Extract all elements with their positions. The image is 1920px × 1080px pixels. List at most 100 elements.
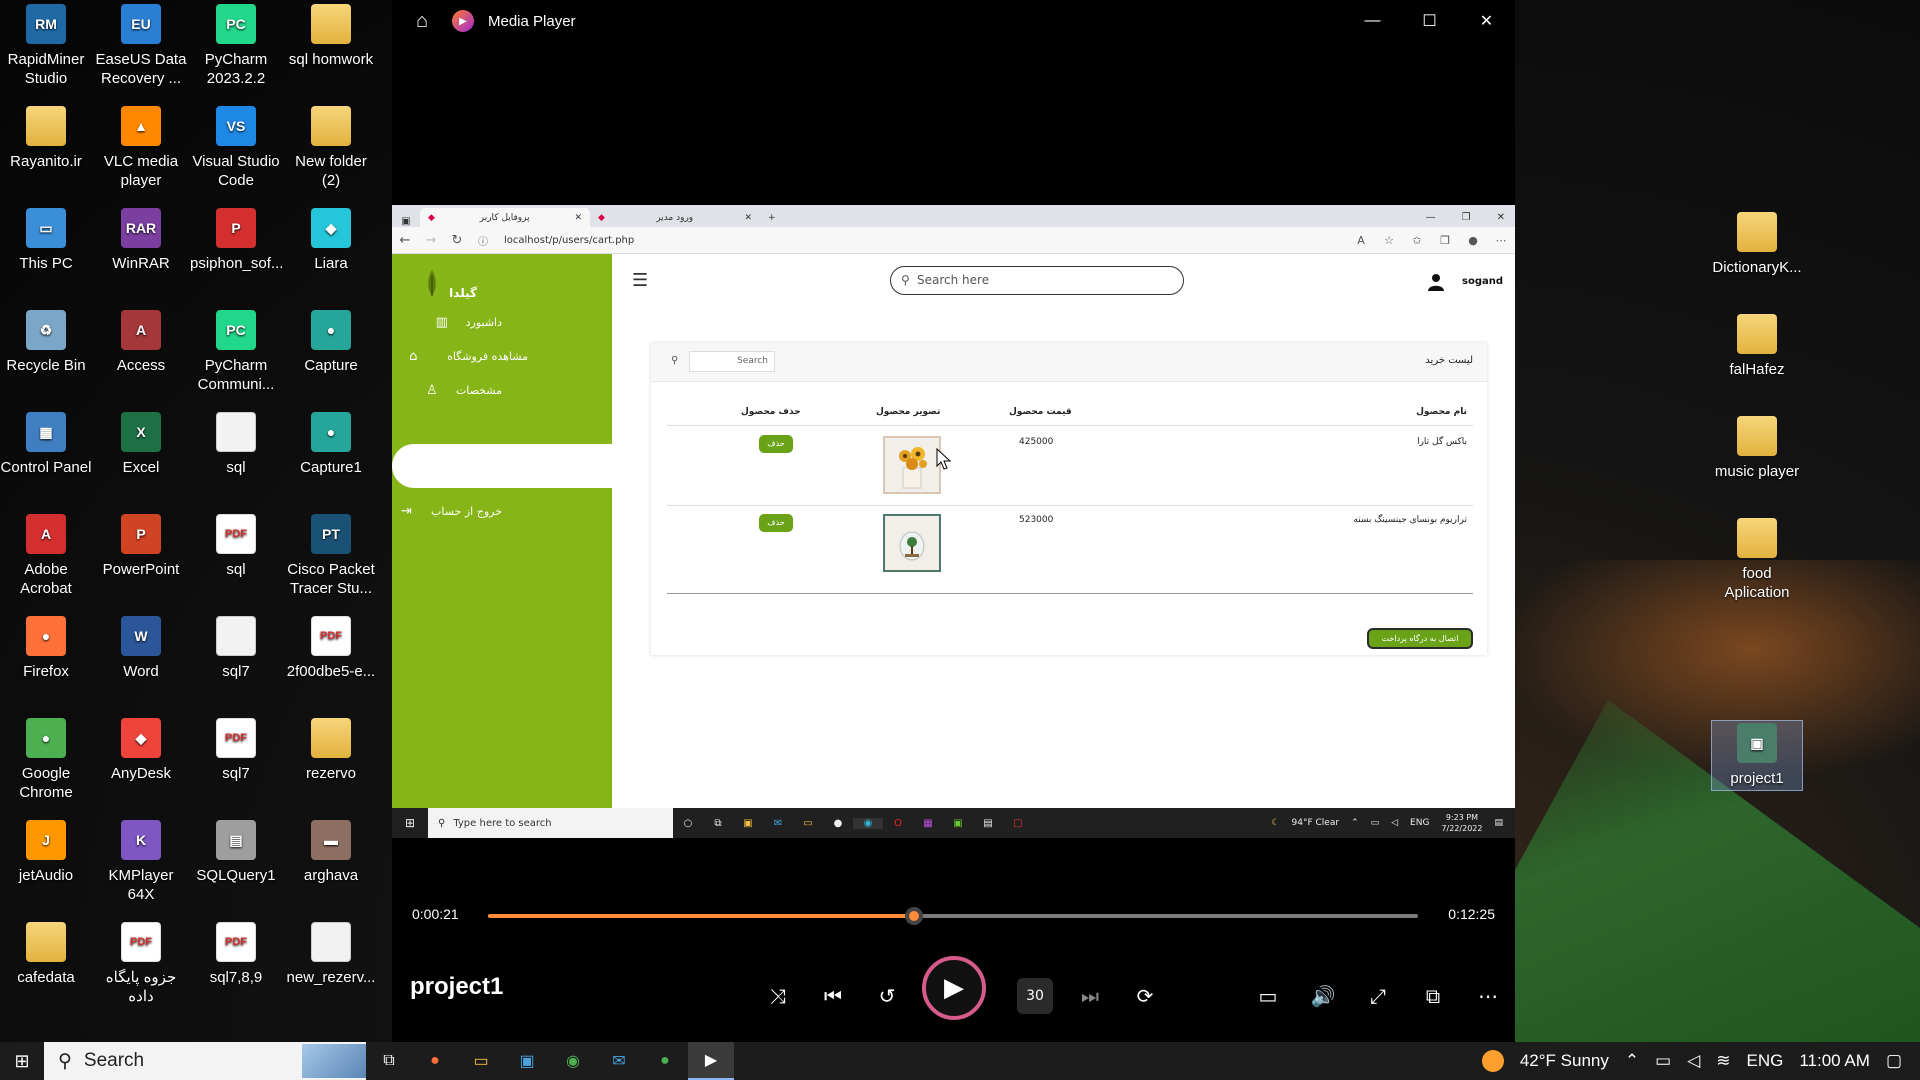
notification-icon[interactable]: ▢ bbox=[1886, 1051, 1902, 1071]
desktop-icon[interactable]: sql7 bbox=[190, 614, 282, 681]
forward-icon[interactable]: → bbox=[418, 233, 444, 248]
video-frame[interactable]: ▣ ◆ پروفایل کاربر ✕ ◆ ورود مدیر ✕ + — ❐ … bbox=[392, 205, 1515, 808]
reload-icon[interactable]: ↻ bbox=[444, 233, 470, 248]
desktop-icon[interactable]: falHafez bbox=[1711, 312, 1803, 379]
wifi-icon[interactable]: ≋ bbox=[1716, 1051, 1730, 1071]
favorites-icon[interactable]: ✩ bbox=[1403, 234, 1431, 247]
more-options-icon[interactable]: ⋯ bbox=[1470, 978, 1506, 1014]
fullscreen-icon[interactable]: ⤢ bbox=[1360, 978, 1396, 1014]
desktop-icon[interactable]: PDF sql7,8,9 bbox=[190, 920, 282, 987]
volume-icon[interactable]: ◁ bbox=[1687, 1051, 1700, 1071]
app-icon[interactable]: ● bbox=[823, 818, 853, 829]
maximize-button[interactable]: ☐ bbox=[1401, 11, 1458, 31]
username[interactable]: sogand bbox=[1462, 276, 1503, 287]
battery-icon[interactable]: ▭ bbox=[1371, 818, 1380, 828]
repeat-icon[interactable]: ⟳ bbox=[1127, 978, 1163, 1014]
read-aloud-icon[interactable]: A bbox=[1347, 234, 1375, 247]
more-icon[interactable]: ⋯ bbox=[1487, 234, 1515, 247]
desktop-icon[interactable]: DictionaryK... bbox=[1711, 210, 1803, 277]
inner-search-box[interactable]: ⚲ Type here to search bbox=[428, 808, 673, 838]
app-icon[interactable]: ▣ bbox=[943, 818, 973, 829]
volume-icon[interactable]: ◁ bbox=[1391, 818, 1398, 828]
tab-close-icon[interactable]: ✕ bbox=[574, 213, 582, 223]
shuffle-icon[interactable]: ⤨ bbox=[760, 978, 796, 1014]
browser-restore-button[interactable]: ❐ bbox=[1462, 212, 1471, 223]
desktop-icon[interactable]: ◆ Liara bbox=[285, 206, 377, 273]
store-icon[interactable]: ▣ bbox=[733, 818, 763, 829]
media-player-window[interactable]: ⌂ ▶ Media Player — ☐ ✕ ▣ ◆ پروفایل کاربر… bbox=[392, 0, 1515, 1042]
desktop-icon[interactable]: sql bbox=[190, 410, 282, 477]
notification-icon[interactable]: ▤ bbox=[1494, 818, 1503, 828]
seek-bar[interactable] bbox=[488, 907, 1418, 925]
task-view-icon[interactable]: ⧉ bbox=[703, 818, 733, 829]
forward-30-icon[interactable]: 30 bbox=[1017, 978, 1053, 1014]
delete-button[interactable]: حذف bbox=[759, 514, 793, 532]
desktop-icon[interactable]: ● Firefox bbox=[0, 614, 92, 681]
desktop-icon[interactable]: food Aplication bbox=[1711, 516, 1803, 602]
desktop-icon[interactable]: PDF جزوه پایگاه داده bbox=[95, 920, 187, 1006]
home-icon[interactable]: ⌂ bbox=[392, 10, 452, 33]
chrome-icon[interactable]: ◉ bbox=[550, 1042, 596, 1080]
desktop-icon[interactable]: New folder (2) bbox=[285, 104, 377, 190]
sidebar-item[interactable]: ⛟ سبد خرید bbox=[428, 426, 502, 441]
sidebar-item[interactable]: ☰ سفارشات bbox=[426, 470, 502, 485]
taskbar-search[interactable]: ⚲ Search bbox=[44, 1042, 366, 1080]
sidebar-item[interactable]: ⇥ خروج از حساب bbox=[401, 504, 502, 519]
next-icon[interactable]: ⏭ bbox=[1072, 978, 1108, 1014]
desktop-icon[interactable]: PDF sql bbox=[190, 512, 282, 579]
inner-lang[interactable]: ENG bbox=[1410, 818, 1429, 828]
minimize-button[interactable]: — bbox=[1344, 12, 1401, 30]
desktop-icon[interactable]: ▭ This PC bbox=[0, 206, 92, 273]
rewind-10-icon[interactable]: ↺ bbox=[869, 978, 905, 1014]
desktop-icon[interactable]: W Word bbox=[95, 614, 187, 681]
desktop-icon[interactable]: ▤ SQLQuery1 bbox=[190, 818, 282, 885]
info-icon[interactable]: ⓘ bbox=[470, 233, 496, 248]
app-icon[interactable]: ● bbox=[642, 1042, 688, 1080]
subtitles-icon[interactable]: ▭ bbox=[1250, 978, 1286, 1014]
desktop-icon[interactable]: Ppsiphon_sof... bbox=[190, 206, 283, 273]
cortana-icon[interactable]: ○ bbox=[673, 818, 703, 829]
chevron-up-icon[interactable]: ⌃ bbox=[1351, 818, 1359, 828]
desktop-icon[interactable]: ▲ VLC media player bbox=[95, 104, 187, 190]
desktop-icon[interactable]: JjetAudio bbox=[0, 818, 92, 885]
app-icon[interactable]: ▢ bbox=[1003, 818, 1033, 829]
sidebar-item[interactable]: ♙ مشخصات bbox=[426, 383, 502, 398]
file-explorer-icon[interactable]: ▭ bbox=[458, 1042, 504, 1080]
desktop-icon[interactable]: ◆ AnyDesk bbox=[95, 716, 187, 783]
desktop-icon[interactable]: cafedata bbox=[0, 920, 92, 987]
previous-icon[interactable]: ⏮ bbox=[815, 978, 851, 1014]
browser-tab[interactable]: ◆ ورود مدیر ✕ bbox=[590, 208, 760, 227]
desktop-icon[interactable]: Rayanito.ir bbox=[0, 104, 92, 171]
top-search-input[interactable]: ⚲ Search here bbox=[890, 266, 1184, 295]
desktop-icon[interactable]: X Excel bbox=[95, 410, 187, 477]
inner-weather[interactable]: 94°F Clear bbox=[1292, 818, 1340, 828]
close-button[interactable]: ✕ bbox=[1458, 11, 1515, 31]
mail-icon[interactable]: ✉ bbox=[763, 818, 793, 829]
favorite-add-icon[interactable]: ☆ bbox=[1375, 234, 1403, 247]
play-button[interactable]: ▶ bbox=[922, 956, 986, 1020]
payment-gateway-button[interactable]: اتصال به درگاه پرداخت bbox=[1367, 628, 1473, 649]
edge-icon[interactable]: ◉ bbox=[853, 817, 883, 829]
delete-button[interactable]: حذف bbox=[759, 435, 793, 453]
hamburger-menu-icon[interactable]: ☰ bbox=[632, 270, 648, 291]
desktop-icon[interactable]: sql homwork bbox=[285, 2, 377, 69]
media-player-taskbar-icon[interactable]: ▶ bbox=[688, 1042, 734, 1080]
desktop-icon[interactable]: PDF sql7 bbox=[190, 716, 282, 783]
browser-close-button[interactable]: ✕ bbox=[1497, 212, 1505, 223]
desktop-icon[interactable]: ● Google Chrome bbox=[0, 716, 92, 802]
task-view-icon[interactable]: ⧉ bbox=[366, 1042, 412, 1080]
desktop-icon[interactable]: PDF 2f00dbe5-e... bbox=[285, 614, 377, 681]
firefox-icon[interactable]: ● bbox=[412, 1042, 458, 1080]
desktop-icon[interactable]: RM RapidMiner Studio bbox=[0, 2, 92, 88]
desktop-icon[interactable]: ● Capture bbox=[285, 308, 377, 375]
taskbar-lang[interactable]: ENG bbox=[1747, 1051, 1784, 1071]
back-icon[interactable]: ← bbox=[392, 233, 418, 248]
desktop-icon[interactable]: ▦ Control Panel bbox=[0, 410, 92, 477]
seek-bar-thumb[interactable] bbox=[904, 907, 923, 925]
desktop-icon[interactable]: ● Capture1 bbox=[285, 410, 377, 477]
desktop-icon[interactable]: PC PyCharm Communi... bbox=[190, 308, 282, 394]
desktop-icon[interactable]: P PowerPoint bbox=[95, 512, 187, 579]
store-icon[interactable]: ▣ bbox=[504, 1042, 550, 1080]
new-tab-button[interactable]: + bbox=[760, 208, 784, 227]
inner-clock[interactable]: 9:23 PM 7/22/2022 bbox=[1441, 812, 1482, 834]
